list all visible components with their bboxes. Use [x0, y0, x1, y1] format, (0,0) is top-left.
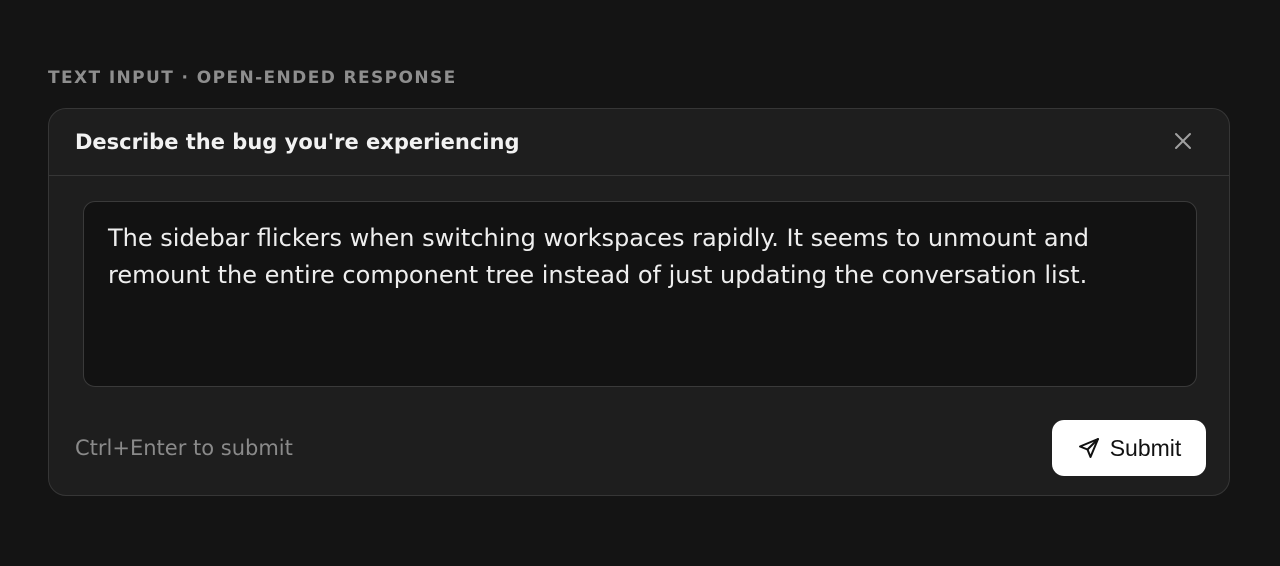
close-icon [1175, 133, 1191, 149]
submit-label: Submit [1109, 434, 1182, 461]
textarea-value: The sidebar flickers when switching work… [108, 224, 1089, 289]
submit-button[interactable]: Submit [1052, 420, 1206, 476]
card-title: Describe the bug you're experiencing [75, 130, 520, 154]
text-input-card: Describe the bug you're experiencing The… [48, 108, 1230, 496]
page: TEXT INPUT · OPEN-ENDED RESPONSE Describ… [0, 0, 1280, 566]
section-label: TEXT INPUT · OPEN-ENDED RESPONSE [48, 68, 457, 88]
card-header: Describe the bug you're experiencing [49, 109, 1229, 176]
close-button[interactable] [1171, 129, 1195, 153]
send-icon [1077, 436, 1101, 460]
response-textarea[interactable]: The sidebar flickers when switching work… [83, 201, 1197, 387]
submit-hint: Ctrl+Enter to submit [75, 436, 293, 460]
